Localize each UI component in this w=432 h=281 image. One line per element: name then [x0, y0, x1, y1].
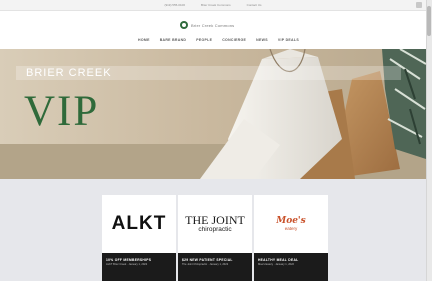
hero-banner: BRIER CREEK VIP [0, 49, 426, 179]
nav-item-concierge[interactable]: CONCIERGE [222, 38, 246, 42]
topbar-link-phone[interactable]: (919) 555-0100 [164, 3, 185, 7]
card-logo: ALKT [102, 195, 176, 253]
nav-item-news[interactable]: NEWS [256, 38, 268, 42]
card-caption: 10% OFF MEMBERSHIPS [106, 258, 152, 262]
card-subtitle: Moe's Eatery · January 1, 2022 [258, 263, 294, 266]
nav-item-home[interactable]: HOME [138, 38, 150, 42]
deal-card-alkt[interactable]: ALKT 10% OFF MEMBERSHIPS ALKT Brier Cree… [102, 195, 176, 281]
scrollbar-thumb[interactable] [427, 6, 431, 36]
deal-card-eatery[interactable]: Moe's eatery HEALTHY MEAL DEAL Moe's Eat… [254, 195, 328, 281]
deal-card-the-joint[interactable]: THE JOINT chiropractic $29 NEW PATIENT S… [178, 195, 252, 281]
hero-title: VIP [24, 88, 100, 135]
topbar-link-contact[interactable]: Contact Us [247, 3, 262, 7]
card-logo: Moe's eatery [254, 195, 328, 253]
nav-item-people[interactable]: PEOPLE [196, 38, 212, 42]
logo-sub-text: chiropractic [198, 226, 232, 233]
card-caption: $29 NEW PATIENT SPECIAL [182, 258, 233, 262]
logo-top-text: Moe's [276, 216, 306, 226]
card-subtitle: ALKT Brier Creek · January 1, 2022 [106, 263, 148, 266]
card-subtitle: The Joint Chiropractic · January 1, 2022 [182, 263, 229, 266]
page: (919) 555-0100 Brier Creek Commons Conta… [0, 0, 432, 281]
nav-item-vip-deals[interactable]: VIP DEALS [278, 38, 299, 42]
top-utility-bar: (919) 555-0100 Brier Creek Commons Conta… [0, 0, 426, 11]
social-icon[interactable] [416, 2, 422, 8]
eatery-logo: Moe's eatery [276, 216, 306, 232]
the-joint-logo: THE JOINT chiropractic [185, 213, 245, 233]
logo-text: Brier Creek Commons [191, 22, 235, 28]
card-logo: THE JOINT chiropractic [178, 195, 252, 253]
main-nav: HOME BARE BRAND PEOPLE CONCIERGE NEWS VI… [138, 38, 299, 42]
alkt-logo: ALKT [111, 213, 167, 234]
logo-top-text: THE JOINT [185, 213, 245, 227]
site-logo[interactable]: Brier Creek Commons [180, 21, 234, 29]
logo-sub-text: eatery [284, 226, 298, 231]
hero-subtitle: BRIER CREEK [26, 67, 112, 79]
card-caption: HEALTHY MEAL DEAL [258, 258, 299, 262]
card-caption-band: HEALTHY MEAL DEAL Moe's Eatery · January… [254, 253, 328, 281]
site-header: Brier Creek Commons HOME BARE BRAND PEOP… [0, 11, 426, 49]
card-caption-band: 10% OFF MEMBERSHIPS ALKT Brier Creek · J… [102, 253, 176, 281]
page-scrollbar[interactable] [426, 0, 432, 281]
nav-item-bare-brand[interactable]: BARE BRAND [160, 38, 187, 42]
topbar-link-location[interactable]: Brier Creek Commons [201, 3, 231, 7]
logo-mark-icon [180, 21, 188, 29]
card-caption-band: $29 NEW PATIENT SPECIAL The Joint Chirop… [178, 253, 252, 281]
